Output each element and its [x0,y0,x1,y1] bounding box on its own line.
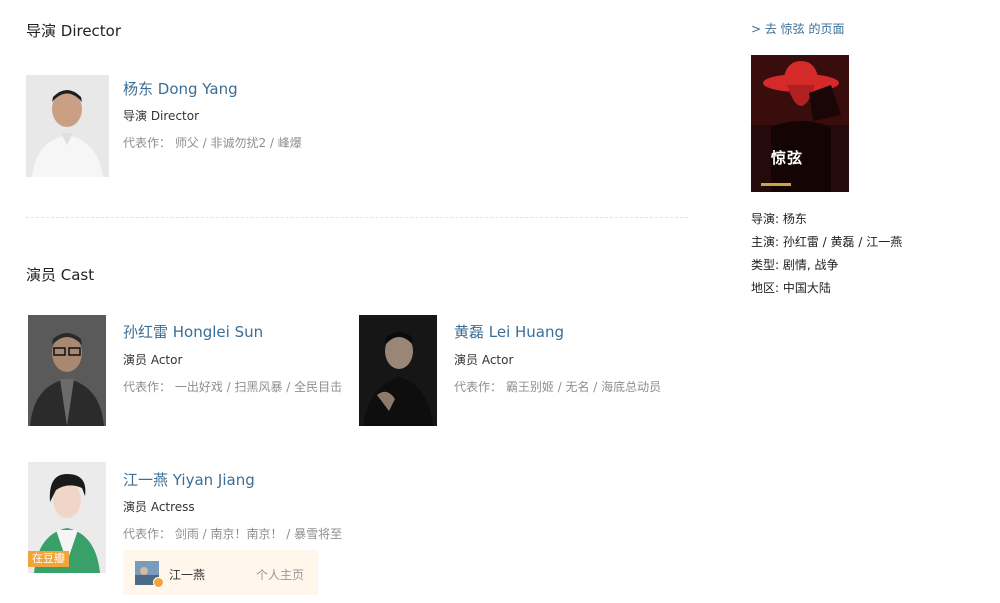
cast-role: 演员 Actor [454,353,514,367]
person-photo-icon [26,75,109,177]
movie-info-director: 导演: 杨东 [751,212,807,226]
cast-role: 演员 Actor [123,353,183,367]
cast-photo-lei-huang[interactable] [359,315,437,426]
movie-info-cast: 主演: 孙红雷 / 黄磊 / 江一燕 [751,235,903,249]
poster-title: 惊弦 [771,149,804,167]
cast-photo-yiyan-jiang[interactable]: 在豆瓣 [28,462,106,573]
cast-role: 演员 Actress [123,500,195,514]
director-name-link[interactable]: 杨东 Dong Yang [123,78,238,99]
cast-name-link[interactable]: 黄磊 Lei Huang [454,321,564,342]
director-works: 代表作： 师父 / 非诚勿扰2 / 峰爆 [123,136,302,150]
profile-name: 江一燕 [169,568,206,582]
verified-badge-icon [153,577,164,588]
director-role: 导演 Director [123,109,200,123]
movie-poster-icon [751,55,849,192]
person-photo-icon [359,315,437,426]
movie-poster[interactable]: 惊弦 [751,55,849,192]
director-heading: 导演 Director [26,22,122,40]
director-photo[interactable] [26,75,109,177]
cast-works: 代表作： 霸王别姬 / 无名 / 海底总动员 [454,380,662,394]
profile-homepage-link[interactable]: 个人主页 [256,566,304,583]
cast-name-link[interactable]: 孙红雷 Honglei Sun [123,321,263,342]
profile-card: 江一燕 个人主页 [123,550,318,595]
section-divider [26,217,688,218]
cast-works: 代表作： 剑雨 / 南京！南京！ / 暴雪将至 [123,527,343,541]
person-photo-icon [28,315,106,426]
cast-works: 代表作： 一出好戏 / 扫黑风暴 / 全民目击 [123,380,343,394]
movie-info-genre: 类型: 剧情, 战争 [751,258,839,272]
douban-badge: 在豆瓣 [28,551,69,567]
go-to-movie-page-link[interactable]: > 去 惊弦 的页面 [751,20,845,37]
cast-heading: 演员 Cast [26,266,95,284]
cast-name-link[interactable]: 江一燕 Yiyan Jiang [123,469,255,490]
cast-photo-honglei-sun[interactable] [28,315,106,426]
movie-info-region: 地区: 中国大陆 [751,281,831,295]
